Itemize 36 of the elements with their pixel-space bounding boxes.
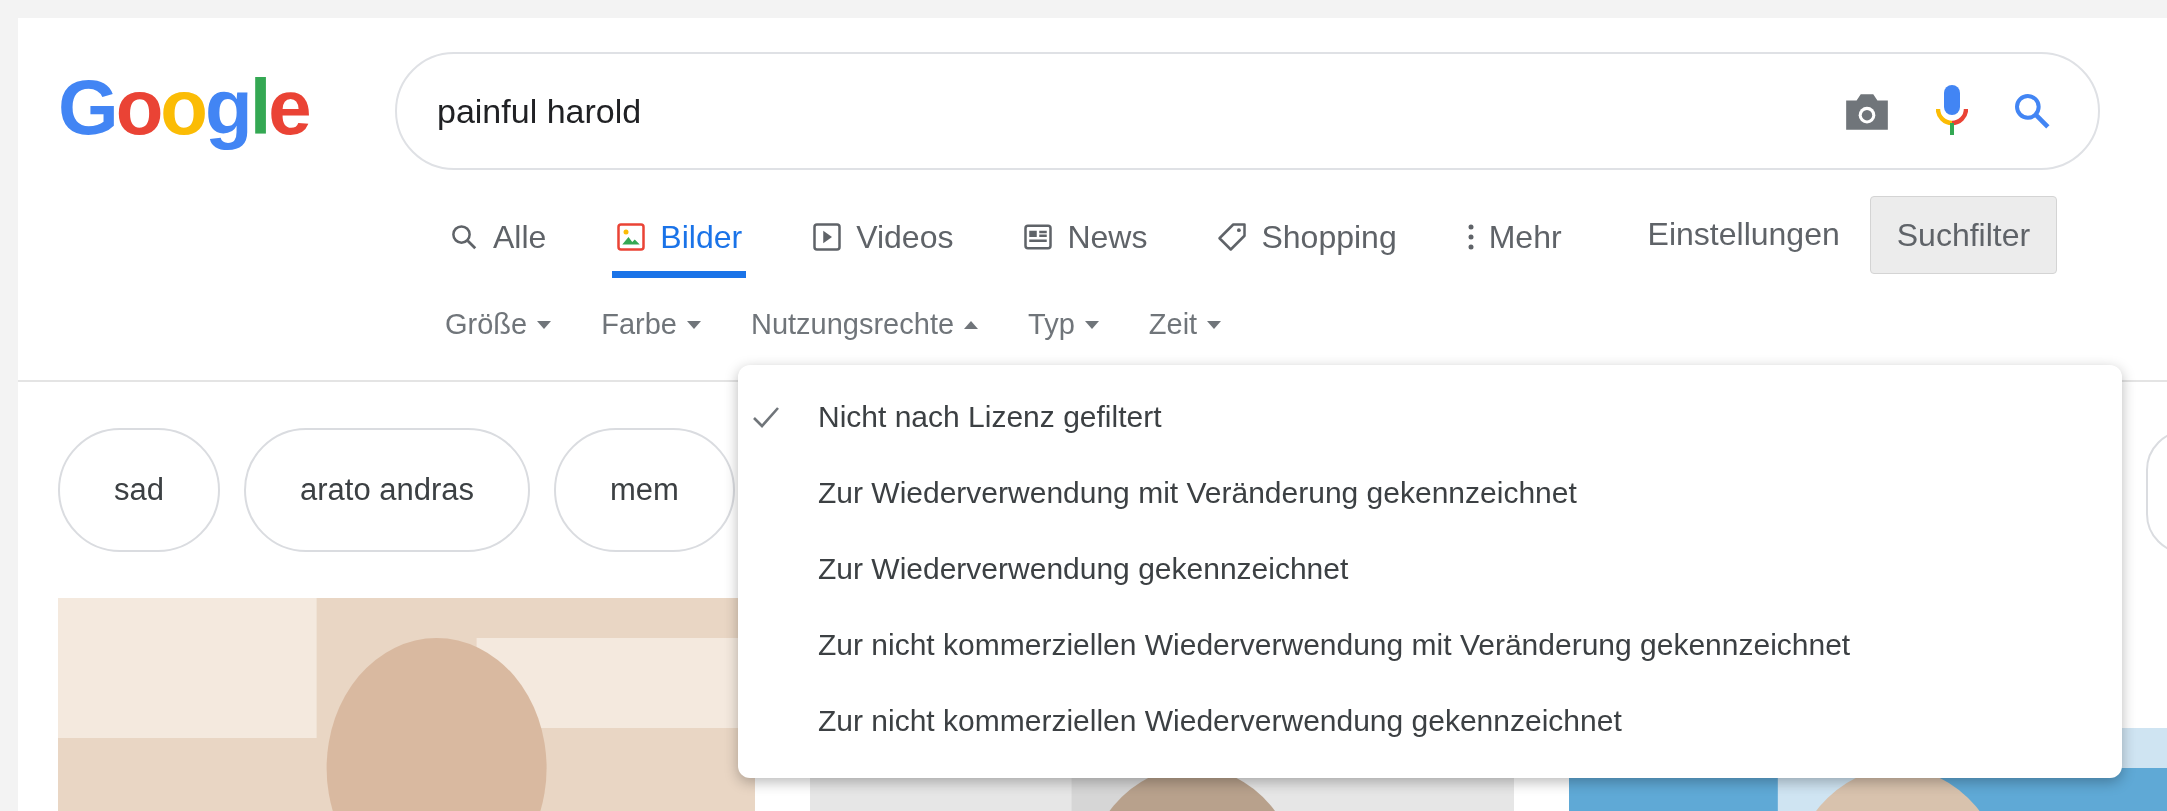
filter-dropdown[interactable]: Zeit [1148, 308, 1222, 341]
menu-item[interactable]: Zur nicht kommerziellen Wiederverwendung gekennzeichnet [738, 683, 2122, 759]
nav-tab[interactable]: Bilder [612, 196, 747, 278]
menu-item[interactable]: Zur Wiederverwendung mit Veränderung gekennzeichnet [738, 455, 2122, 531]
suggestion-chip[interactable]: arato andras [244, 428, 531, 552]
nav-tab[interactable]: Videos [808, 196, 958, 278]
suggestion-chip[interactable]: mem [554, 428, 735, 552]
caret-icon [1207, 320, 1222, 329]
microphone-icon [1936, 85, 1968, 137]
search-icon [2012, 91, 2052, 131]
filter-dropdown[interactable]: Größe [445, 308, 552, 341]
more-icon [1466, 222, 1475, 252]
nav-tab[interactable]: News [1019, 196, 1152, 278]
search-query: painful harold [437, 91, 643, 131]
caret-icon [964, 320, 979, 329]
tools-button[interactable]: Suchfilter [1869, 196, 2058, 274]
caret-icon [686, 320, 701, 329]
play-icon [812, 222, 843, 252]
suggestion-chip[interactable]: sad [58, 428, 220, 552]
newspaper-icon [1023, 222, 1054, 252]
nav-tab[interactable]: Mehr [1462, 196, 1566, 278]
menu-item[interactable]: Zur Wiederverwendung gekennzeichnet [738, 531, 2122, 607]
filter-dropdown[interactable]: Typ [1028, 308, 1099, 341]
filter-dropdown[interactable]: Nutzungsrechte [750, 308, 979, 341]
menu-item[interactable]: Zur nicht kommerziellen Wiederverwendung mit Veränderung gekennzeichnet [738, 607, 2122, 683]
menu-item[interactable]: Nicht nach Lizenz gefiltert [738, 379, 2122, 455]
nav-tab[interactable]: Shopping [1213, 196, 1401, 278]
tag-icon [1217, 222, 1248, 252]
caret-icon [537, 320, 552, 329]
image-icon [616, 222, 647, 252]
filter-dropdown[interactable]: Farbe [601, 308, 701, 341]
search-field[interactable]: painful harold [395, 52, 2100, 170]
caret-icon [1084, 320, 1099, 329]
search-icon [449, 222, 479, 252]
settings-link[interactable]: Einstellungen [1647, 216, 1840, 253]
nav-tab[interactable]: Alle [445, 196, 551, 278]
